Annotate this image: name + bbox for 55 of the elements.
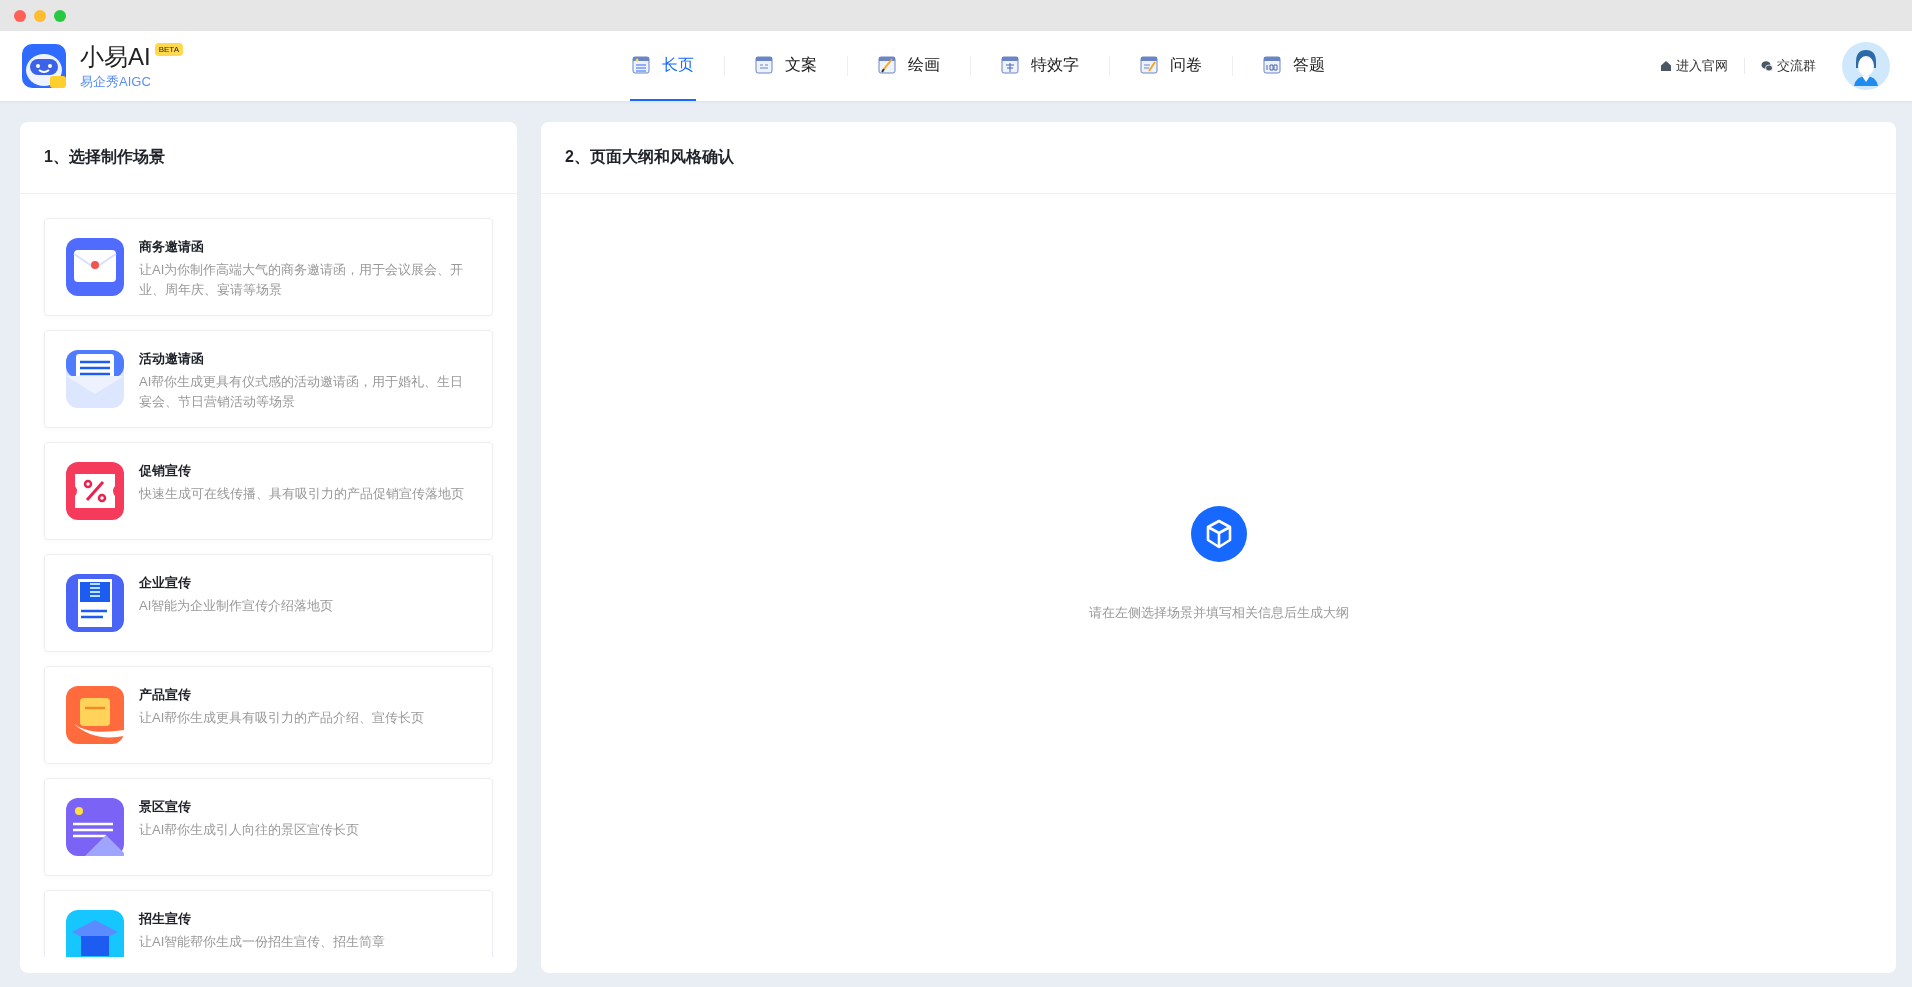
scene-card[interactable]: 招生宣传 让AI智能帮你生成一份招生宣传、招生简章 [44, 890, 493, 957]
panel-title: 1、选择制作场景 [44, 147, 165, 167]
percent-coupon-icon [66, 462, 124, 520]
scene-description: 让AI为你制作高端大气的商务邀请函，用于会议展会、开业、周年庆、宴请等场景 [139, 261, 465, 299]
scene-title: 商务邀请函 [139, 238, 205, 256]
header-link[interactable]: 进入官网 [1660, 57, 1728, 75]
zoom-dot[interactable] [54, 9, 66, 22]
scene-card[interactable]: 景区宣传 让AI帮你生成引人向往的景区宣传长页 [44, 778, 493, 876]
app-name: 小易AI [80, 42, 151, 72]
panel-title: 2、页面大纲和风格确认 [565, 147, 734, 167]
empty-message: 请在左侧选择场景并填写相关信息后生成大纲 [1088, 603, 1349, 622]
scene-card[interactable]: 产品宣传 让AI帮你生成更具有吸引力的产品介绍、宣传长页 [44, 666, 493, 764]
minimize-dot[interactable] [34, 9, 46, 22]
chat-icon [1761, 60, 1773, 72]
nav-tab[interactable]: 答题 [1261, 31, 1327, 101]
scene-title: 景区宣传 [139, 798, 192, 816]
font-doc-icon [1001, 56, 1019, 74]
quiz-doc-icon [1263, 56, 1281, 74]
nav-tab[interactable]: 问卷 [1138, 31, 1204, 101]
survey-doc-icon [1140, 56, 1158, 74]
paint-doc-icon [878, 56, 896, 74]
scene-description: AI帮你生成更具有仪式感的活动邀请函，用于婚礼、生日宴会、节日营销活动等场景 [139, 373, 465, 411]
scene-card[interactable]: 活动邀请函 AI帮你生成更具有仪式感的活动邀请函，用于婚礼、生日宴会、节日营销活动等场景 [44, 330, 493, 428]
copy-doc-icon [755, 56, 773, 74]
scene-description: AI智能为企业制作宣传介绍落地页 [139, 597, 334, 615]
scene-card[interactable]: 促销宣传 快速生成可在线传播、具有吸引力的产品促销宣传落地页 [44, 442, 493, 540]
scene-description: 让AI帮你生成引人向往的景区宣传长页 [139, 821, 360, 839]
nav-tab[interactable]: 特效字 [999, 31, 1081, 101]
scene-card[interactable]: 企业宣传 AI智能为企业制作宣传介绍落地页 [44, 554, 493, 652]
nav-tab[interactable]: 绘画 [876, 31, 942, 101]
scene-card[interactable]: 商务邀请函 让AI为你制作高端大气的商务邀请函，用于会议展会、开业、周年庆、宴请等场景 [44, 218, 493, 316]
envelope-icon [66, 238, 124, 296]
avatar-silhouette-icon[interactable] [1842, 42, 1890, 90]
scene-title: 促销宣传 [139, 462, 192, 480]
cube-icon [1190, 505, 1247, 562]
scene-description: 让AI智能帮你生成一份招生宣传、招生简章 [139, 933, 386, 951]
close-dot[interactable] [14, 9, 26, 22]
page-doc-icon [632, 56, 650, 74]
open-letter-icon [66, 350, 124, 408]
scene-description: 快速生成可在线传播、具有吸引力的产品促销宣传落地页 [139, 485, 464, 503]
robot-logo-icon [22, 44, 66, 88]
home-icon [1660, 60, 1672, 72]
scene-title: 招生宣传 [139, 910, 192, 928]
app-subtitle: 易企秀AIGC [80, 73, 152, 91]
hand-box-icon [66, 686, 124, 744]
scene-title: 活动邀请函 [139, 350, 205, 368]
picture-icon [66, 798, 124, 856]
nav-tab[interactable]: 文案 [753, 31, 819, 101]
header-link[interactable]: 交流群 [1761, 57, 1816, 75]
scene-title: 企业宣传 [139, 574, 192, 592]
scene-description: 让AI帮你生成更具有吸引力的产品介绍、宣传长页 [139, 709, 425, 727]
beta-badge: BETA [154, 43, 183, 56]
nav-tab[interactable]: 长页 [630, 31, 696, 101]
scene-title: 产品宣传 [139, 686, 192, 704]
document-icon [66, 574, 124, 632]
